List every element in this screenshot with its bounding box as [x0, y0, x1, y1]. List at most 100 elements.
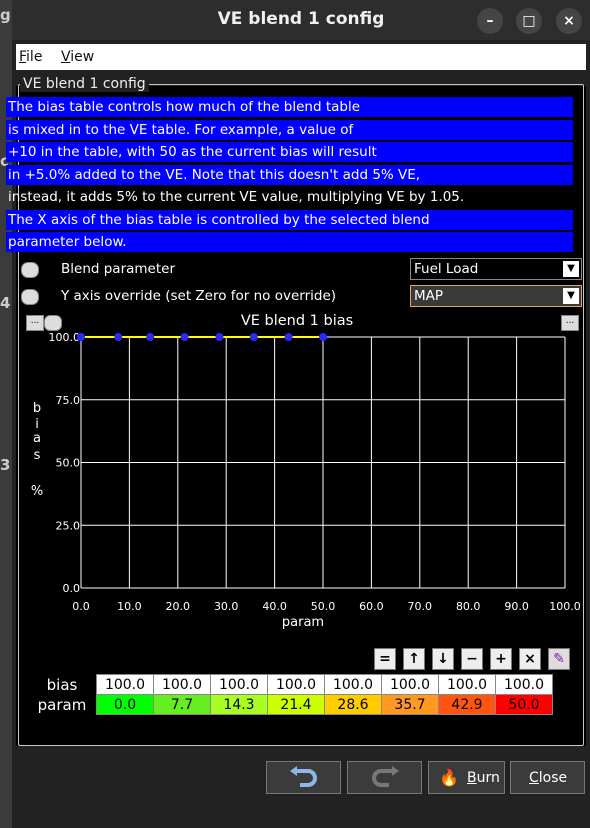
y-axis-label: b [33, 401, 41, 416]
x-tick-label: 0.0 [72, 600, 90, 613]
data-point [249, 333, 258, 341]
x-tick-label: 40.0 [262, 600, 287, 613]
y-axis-label: s [34, 448, 41, 463]
bias-cell[interactable]: 100.0 [153, 674, 211, 695]
bias-cell[interactable]: 100.0 [495, 674, 553, 695]
data-point [215, 333, 224, 341]
blend-parameter-value: Fuel Load [414, 261, 479, 277]
param-row: param 0.0 7.7 14.3 21.4 28.6 35.7 42.9 50.0 [28, 694, 553, 715]
x-tick-label: 60.0 [359, 600, 384, 613]
y-tick-label: 50.0 [56, 457, 81, 470]
param-cell[interactable]: 0.0 [96, 694, 154, 715]
y-tick-label: 25.0 [56, 519, 81, 532]
bias-row: bias 100.0 100.0 100.0 100.0 100.0 100.0 100.0… [28, 674, 553, 695]
increase-button[interactable]: ↑ [403, 648, 425, 670]
blend-parameter-select[interactable]: Fuel Load ▼ [410, 258, 582, 280]
data-point [180, 333, 189, 341]
param-cell[interactable]: 42.9 [438, 694, 496, 715]
y-tick-label: 0.0 [63, 582, 81, 595]
bias-cell[interactable]: 100.0 [438, 674, 496, 695]
table-toolbar: = ↑ ↓ − + × ✎ [374, 648, 577, 670]
window-title: VE blend 1 config [217, 9, 385, 29]
chart-header: ... VE blend 1 bias ... [14, 312, 580, 334]
description-line: is mixed in to the VE table. For example… [6, 119, 573, 140]
y-tick-label: 100.0 [49, 332, 81, 344]
param-cell[interactable]: 21.4 [267, 694, 325, 715]
equal-button[interactable]: = [374, 648, 396, 670]
menu-file[interactable]: File [19, 49, 42, 65]
data-point [77, 333, 85, 341]
description-line: in +5.0% added to the VE. Note that this… [6, 164, 573, 185]
undo-icon [290, 766, 317, 787]
title-bar[interactable]: VE blend 1 config – □ × [12, 0, 590, 40]
help-icon[interactable] [21, 289, 39, 305]
y-axis-override-row: Y axis override (set Zero for no overrid… [18, 285, 585, 309]
flame-icon: 🔥 [439, 768, 459, 787]
bias-cell[interactable]: 100.0 [96, 674, 154, 695]
menu-view[interactable]: View [61, 49, 94, 65]
description-line: The X axis of the bias table is controll… [6, 209, 573, 230]
y-axis-label: a [33, 431, 41, 446]
param-cell[interactable]: 14.3 [210, 694, 268, 715]
bias-cell[interactable]: 100.0 [324, 674, 382, 695]
x-tick-label: 70.0 [408, 600, 433, 613]
bias-cell[interactable]: 100.0 [267, 674, 325, 695]
chart-background [20, 332, 580, 632]
undo-button[interactable] [266, 761, 341, 794]
data-point [146, 333, 155, 341]
param-cell[interactable]: 35.7 [381, 694, 439, 715]
burn-button-label: Burn [467, 770, 500, 786]
chevron-down-icon: ▼ [563, 288, 579, 304]
y-axis-override-select[interactable]: MAP ▼ [410, 285, 582, 307]
close-window-button[interactable]: × [556, 8, 582, 34]
maximize-button[interactable]: □ [516, 8, 542, 34]
bias-row-label: bias [28, 674, 97, 695]
redo-icon [372, 766, 399, 787]
multiply-button[interactable]: × [519, 648, 541, 670]
minimize-button[interactable]: – [477, 8, 503, 34]
bias-cell[interactable]: 100.0 [210, 674, 268, 695]
bias-cell[interactable]: 100.0 [381, 674, 439, 695]
y-tick-label: 75.0 [56, 394, 81, 407]
param-cell[interactable]: 50.0 [495, 694, 553, 715]
description-line: instead, it adds 5% to the current VE va… [8, 189, 465, 205]
blend-parameter-row: Blend parameter Fuel Load ▼ [18, 258, 585, 282]
decrease-button[interactable]: ↓ [432, 648, 454, 670]
x-tick-label: 100.0 [549, 600, 580, 613]
x-tick-label: 20.0 [166, 600, 191, 613]
chart-title: VE blend 1 bias [240, 313, 354, 329]
y-axis-override-label: Y axis override (set Zero for no overrid… [61, 288, 337, 304]
description-line: +10 in the table, with 50 as the current… [6, 142, 573, 162]
x-axis-label: param [282, 615, 324, 630]
subtract-button[interactable]: − [461, 648, 483, 670]
description-line: The bias table controls how much of the … [6, 97, 573, 117]
data-point [114, 333, 123, 341]
add-button[interactable]: + [490, 648, 512, 670]
x-tick-label: 90.0 [504, 600, 529, 613]
data-point [284, 333, 293, 341]
menu-bar: File View [16, 44, 586, 70]
chart-options-button[interactable]: ... [561, 315, 579, 331]
close-button-label: Close [529, 770, 568, 786]
group-title: VE blend 1 config [20, 76, 149, 92]
draw-button[interactable]: ✎ [548, 648, 570, 670]
param-cell[interactable]: 28.6 [324, 694, 382, 715]
blend-parameter-label: Blend parameter [61, 261, 176, 277]
bias-table: bias 100.0 100.0 100.0 100.0 100.0 100.0 100.0… [28, 674, 553, 715]
bias-chart[interactable]: 0.0 10.0 20.0 30.0 40.0 50.0 60.0 70.0 80.0 90.0 1… [20, 332, 580, 632]
close-button[interactable]: Close [510, 761, 585, 794]
redo-button[interactable] [347, 761, 422, 794]
chevron-down-icon: ▼ [563, 261, 579, 277]
x-tick-label: 80.0 [456, 600, 481, 613]
data-point [319, 333, 327, 341]
y-axis-override-value: MAP [414, 288, 444, 304]
x-tick-label: 50.0 [311, 600, 336, 613]
help-icon[interactable] [21, 262, 39, 278]
param-row-label: param [28, 694, 97, 715]
param-cell[interactable]: 7.7 [153, 694, 211, 715]
burn-button[interactable]: 🔥 Burn [428, 761, 505, 794]
y-axis-label: i [35, 417, 39, 432]
y-axis-label: % [31, 484, 43, 499]
x-tick-label: 10.0 [117, 600, 142, 613]
x-tick-label: 30.0 [214, 600, 239, 613]
